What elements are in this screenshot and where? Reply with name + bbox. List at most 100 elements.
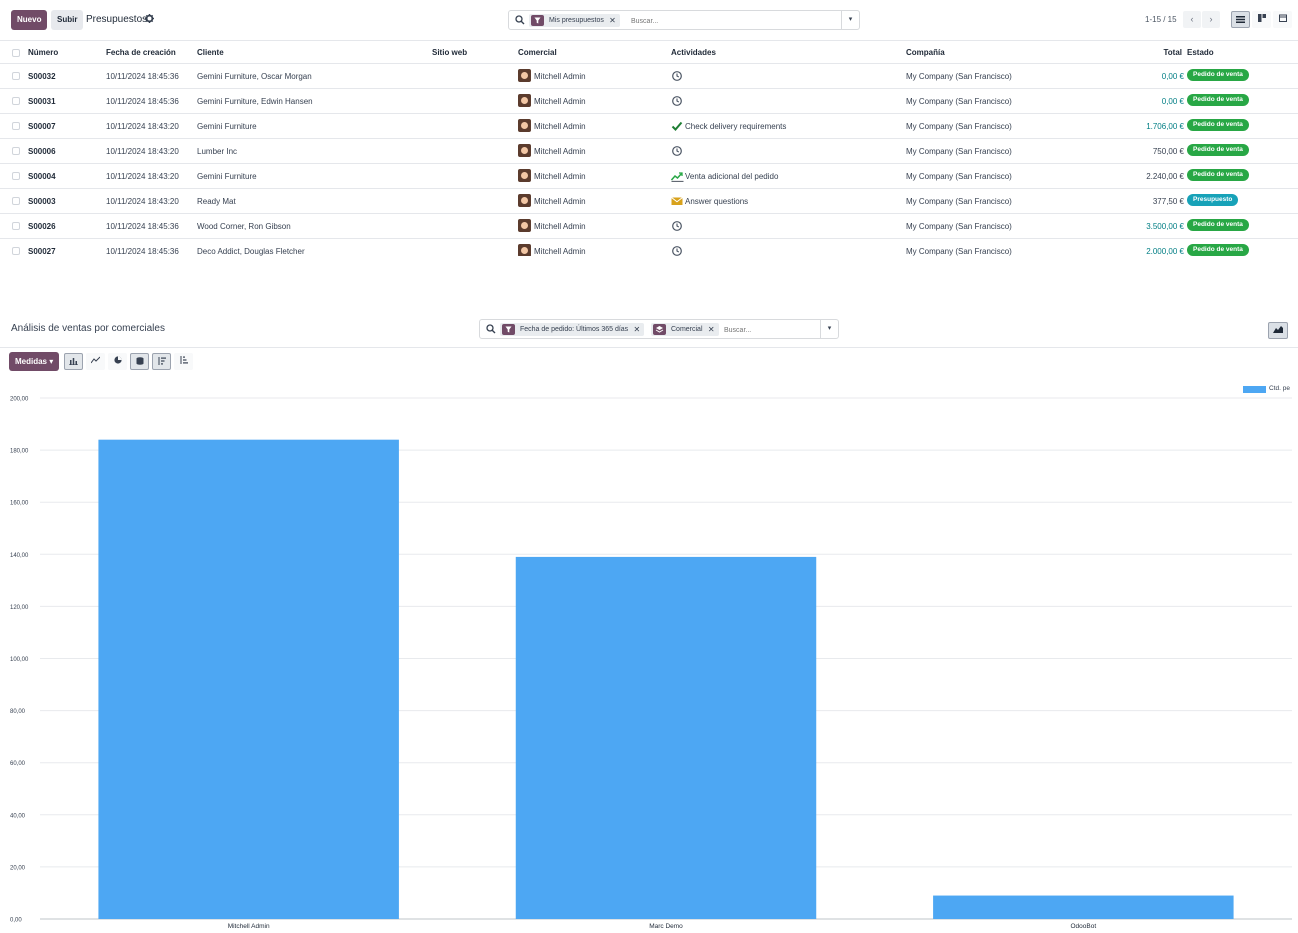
header-salesperson[interactable]: Comercial — [518, 48, 557, 57]
amount-total: 0,00 € — [1161, 72, 1184, 81]
chevron-down-icon[interactable]: ▾ — [841, 11, 859, 29]
search-bar[interactable]: Mis presupuestos ✕ ▾ — [508, 10, 860, 30]
header-activities[interactable]: Actividades — [671, 48, 716, 57]
search-input[interactable] — [631, 15, 781, 27]
clock-icon[interactable] — [671, 145, 683, 157]
creation-date: 10/11/2024 18:43:20 — [106, 197, 179, 206]
clock-icon[interactable] — [671, 95, 683, 107]
salesperson-name: Mitchell Admin — [534, 247, 586, 256]
row-checkbox[interactable] — [12, 122, 20, 130]
activity-summary[interactable]: Venta adicional del pedido — [685, 172, 778, 181]
table-row[interactable]: S00031 10/11/2024 18:45:36 Gemini Furnitur… — [0, 89, 1298, 114]
bar[interactable] — [515, 556, 817, 919]
header-customer[interactable]: Cliente — [197, 48, 224, 57]
row-checkbox[interactable] — [12, 222, 20, 230]
search-icon[interactable] — [515, 15, 525, 25]
creation-date: 10/11/2024 18:45:36 — [106, 247, 179, 256]
row-checkbox[interactable] — [12, 97, 20, 105]
table-row[interactable]: S00027 10/11/2024 18:45:36 Deco Addict, Do… — [0, 239, 1298, 256]
header-company[interactable]: Compañía — [906, 48, 945, 57]
new-button[interactable]: Nuevo — [11, 10, 48, 30]
x-tick-label: Marc Demo — [649, 923, 683, 930]
customer-name: Lumber Inc — [197, 147, 238, 156]
amount-total: 3.500,00 € — [1146, 222, 1184, 231]
facet-label: Mis presupuestos — [549, 17, 604, 24]
avatar — [518, 119, 531, 132]
clock-icon[interactable] — [671, 70, 683, 82]
table-row[interactable]: S00004 10/11/2024 18:43:20 Gemini Furnitur… — [0, 164, 1298, 189]
amount-total: 2.000,00 € — [1146, 247, 1184, 256]
avatar — [518, 219, 531, 232]
control-panel: Nuevo Subir Presupuestos Mis presupuesto… — [0, 0, 1298, 40]
calendar-view-icon[interactable] — [1273, 11, 1292, 28]
row-checkbox[interactable] — [12, 172, 20, 180]
status-badge: Pedido de venta — [1187, 144, 1249, 156]
status-badge: Pedido de venta — [1187, 219, 1249, 231]
y-tick-label: 140,00 — [10, 553, 29, 559]
order-number: S00006 — [28, 147, 56, 156]
row-checkbox[interactable] — [12, 247, 20, 255]
salesperson-name: Mitchell Admin — [534, 222, 586, 231]
row-checkbox[interactable] — [12, 147, 20, 155]
salesperson-name: Mitchell Admin — [534, 122, 586, 131]
creation-date: 10/11/2024 18:43:20 — [106, 122, 179, 131]
customer-name: Ready Mat — [197, 197, 236, 206]
activity-summary[interactable]: Answer questions — [685, 197, 748, 206]
salesperson-name: Mitchell Admin — [534, 72, 586, 81]
row-checkbox[interactable] — [12, 72, 20, 80]
company-name: My Company (San Francisco) — [906, 172, 1012, 181]
y-tick-label: 180,00 — [10, 449, 29, 455]
table-row[interactable]: S00032 10/11/2024 18:45:36 Gemini Furnitur… — [0, 64, 1298, 89]
header-total[interactable]: Total — [1163, 48, 1182, 57]
y-tick-label: 100,00 — [10, 657, 29, 663]
y-tick-label: 120,00 — [10, 605, 29, 611]
pager-value[interactable]: 1-15 / 15 — [1145, 15, 1177, 24]
trend-icon[interactable] — [670, 170, 684, 182]
upload-button[interactable]: Subir — [51, 10, 84, 30]
close-icon[interactable]: ✕ — [609, 14, 616, 27]
header-state[interactable]: Estado — [1187, 48, 1214, 57]
y-tick-label: 80,00 — [10, 709, 26, 715]
customer-name: Wood Corner, Ron Gibson — [197, 222, 291, 231]
chevron-right-icon[interactable]: › — [1202, 11, 1220, 28]
creation-date: 10/11/2024 18:45:36 — [106, 97, 179, 106]
header-website[interactable]: Sitio web — [432, 48, 467, 57]
table-row[interactable]: S00026 10/11/2024 18:45:36 Wood Corner, Ro… — [0, 214, 1298, 239]
clock-icon[interactable] — [671, 220, 683, 232]
customer-name: Gemini Furniture, Edwin Hansen — [197, 97, 313, 106]
check-icon[interactable] — [671, 120, 683, 132]
search-facet[interactable]: Mis presupuestos ✕ — [529, 14, 620, 27]
creation-date: 10/11/2024 18:45:36 — [106, 72, 179, 81]
creation-date: 10/11/2024 18:43:20 — [106, 147, 179, 156]
header-created[interactable]: Fecha de creación — [106, 48, 176, 57]
creation-date: 10/11/2024 18:43:20 — [106, 172, 179, 181]
avatar — [518, 194, 531, 207]
envelope-icon[interactable] — [671, 195, 683, 207]
avatar — [518, 144, 531, 157]
avatar — [518, 244, 531, 256]
x-tick-label: OdooBot — [1070, 923, 1096, 930]
table-row[interactable]: S00006 10/11/2024 18:43:20 Lumber Inc Mitch… — [0, 139, 1298, 164]
filter-icon — [531, 15, 544, 26]
order-number: S00027 — [28, 247, 56, 256]
customer-name: Gemini Furniture, Oscar Morgan — [197, 72, 312, 81]
y-tick-label: 160,00 — [10, 501, 29, 507]
select-all-checkbox[interactable] — [12, 49, 20, 57]
status-badge: Pedido de venta — [1187, 169, 1249, 181]
salesperson-name: Mitchell Admin — [534, 172, 586, 181]
bar[interactable] — [933, 895, 1234, 919]
activity-summary[interactable]: Check delivery requirements — [685, 122, 786, 131]
table-row[interactable]: S00003 10/11/2024 18:43:20 Ready Mat Mitche… — [0, 189, 1298, 214]
gear-icon[interactable] — [145, 14, 154, 25]
header-number[interactable]: Número — [28, 48, 58, 57]
row-checkbox[interactable] — [12, 197, 20, 205]
clock-icon[interactable] — [671, 245, 683, 256]
table-row[interactable]: S00007 10/11/2024 18:43:20 Gemini Furnitur… — [0, 114, 1298, 139]
bar[interactable] — [98, 439, 399, 919]
y-tick-label: 60,00 — [10, 761, 26, 767]
chevron-left-icon[interactable]: ‹ — [1183, 11, 1201, 28]
kanban-view-icon[interactable] — [1252, 11, 1271, 28]
list-view-icon[interactable] — [1231, 11, 1250, 28]
amount-total: 377,50 € — [1152, 197, 1184, 206]
customer-name: Gemini Furniture — [197, 172, 257, 181]
